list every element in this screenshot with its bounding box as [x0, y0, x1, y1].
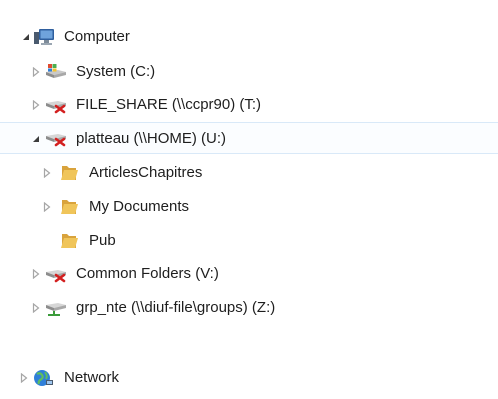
tree-item-label: ArticlesChapitres [89, 164, 203, 181]
expanded-arrow-icon[interactable] [20, 21, 32, 53]
navigation-tree: Computer System (C:) FILE_SHARE (\\ccpr9… [0, 0, 498, 399]
expanded-arrow-icon[interactable] [30, 123, 42, 155]
tree-item-file-share-drive[interactable]: FILE_SHARE (\\ccpr90) (T:) [0, 89, 498, 121]
collapsed-arrow-icon[interactable] [18, 362, 30, 394]
computer-icon [33, 27, 57, 47]
collapsed-arrow-icon[interactable] [30, 89, 42, 121]
folder-icon [57, 197, 81, 217]
tree-item-label: grp_nte (\\diuf-file\groups) (Z:) [76, 299, 276, 316]
tree-item-label: My Documents [89, 198, 190, 215]
tree-item-network[interactable]: Network [0, 362, 498, 394]
disconnected-network-drive-icon [44, 264, 68, 284]
folder-icon [57, 231, 81, 251]
tree-item-label: Computer [64, 28, 130, 45]
collapsed-arrow-icon[interactable] [30, 258, 42, 290]
tree-item-common-folders-drive[interactable]: Common Folders (V:) [0, 258, 498, 290]
folder-icon [57, 163, 81, 183]
network-icon [31, 368, 55, 388]
tree-item-computer[interactable]: Computer [0, 21, 498, 53]
tree-item-label: Common Folders (V:) [76, 265, 219, 282]
tree-item-label: Pub [89, 232, 116, 249]
local-drive-icon [44, 62, 68, 82]
tree-item-folder-articleschapitres[interactable]: ArticlesChapitres [0, 157, 498, 189]
tree-item-grp-nte-drive[interactable]: grp_nte (\\diuf-file\groups) (Z:) [0, 292, 498, 324]
tree-item-folder-my-documents[interactable]: My Documents [0, 191, 498, 223]
tree-item-label: System (C:) [76, 63, 156, 80]
tree-item-folder-pub[interactable]: Pub [0, 225, 498, 257]
collapsed-arrow-icon[interactable] [41, 191, 53, 223]
tree-item-label: platteau (\\HOME) (U:) [76, 130, 227, 147]
collapsed-arrow-icon[interactable] [30, 56, 42, 88]
disconnected-network-drive-icon [44, 95, 68, 115]
disconnected-network-drive-icon [44, 128, 68, 148]
tree-item-system-drive[interactable]: System (C:) [0, 56, 498, 88]
collapsed-arrow-icon[interactable] [41, 157, 53, 189]
tree-item-label: Network [64, 369, 120, 386]
tree-item-label: FILE_SHARE (\\ccpr90) (T:) [76, 96, 262, 113]
network-drive-icon [44, 298, 68, 318]
tree-item-platteau-drive[interactable]: platteau (\\HOME) (U:) [0, 122, 498, 154]
collapsed-arrow-icon[interactable] [30, 292, 42, 324]
